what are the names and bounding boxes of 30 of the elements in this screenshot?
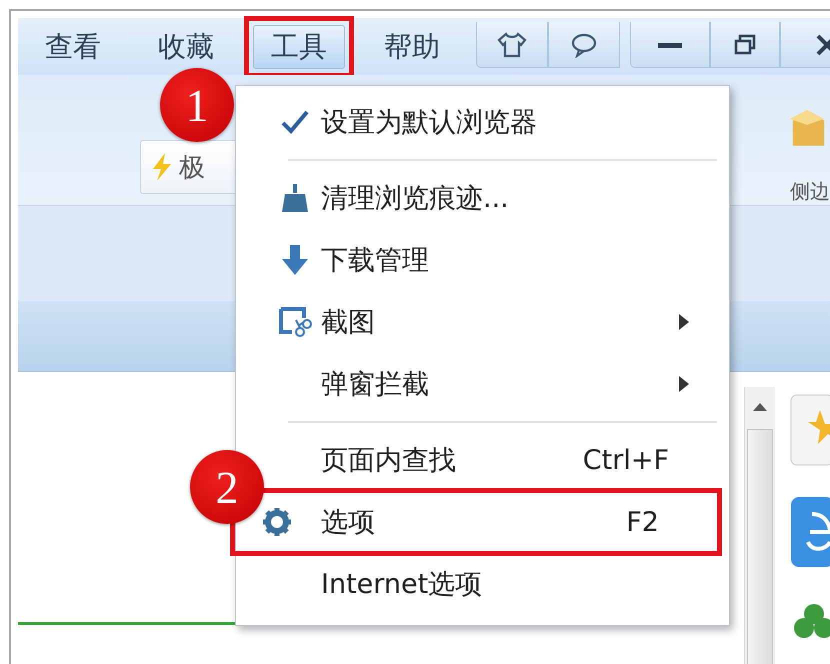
down-arrow-icon: [280, 245, 308, 275]
menu-item[interactable]: 帮助: [366, 24, 458, 68]
menu-option[interactable]: 截图: [268, 291, 729, 353]
restore-button[interactable]: [710, 22, 780, 68]
up-arrow-icon[interactable]: [753, 401, 767, 411]
speech-bubble-icon: [569, 32, 599, 58]
menu-option[interactable]: 清理浏览痕迹...: [268, 167, 729, 229]
menu-item[interactable]: 查看: [27, 24, 119, 68]
restore-icon: [734, 34, 756, 56]
menu-option[interactable]: 下载管理: [268, 229, 729, 291]
minimize-button[interactable]: [630, 22, 710, 68]
scissors-icon: [278, 306, 312, 338]
feedback-button[interactable]: [548, 22, 620, 68]
shirt-icon: [497, 32, 527, 58]
menu-option[interactable]: 设置为默认浏览器: [268, 91, 729, 153]
checkmark-icon: [280, 109, 310, 135]
minimize-icon: [658, 40, 682, 48]
skin-button[interactable]: [476, 22, 548, 68]
star-icon[interactable]: [790, 394, 830, 466]
scrollbar[interactable]: [744, 387, 775, 664]
submenu-arrow-icon: [679, 314, 689, 330]
menu-option[interactable]: 弹窗拦截: [268, 353, 729, 415]
gear-icon: [262, 507, 292, 537]
lightning-icon: [151, 153, 173, 181]
side-label[interactable]: 侧边: [790, 178, 830, 205]
menu-option[interactable]: 页面内查找 Ctrl+F: [268, 429, 729, 491]
menu-item[interactable]: 工具: [253, 24, 345, 68]
submenu-arrow-icon: [679, 376, 689, 392]
menu-option[interactable]: Internet选项: [268, 553, 729, 615]
menu-item[interactable]: 收藏: [140, 24, 232, 68]
